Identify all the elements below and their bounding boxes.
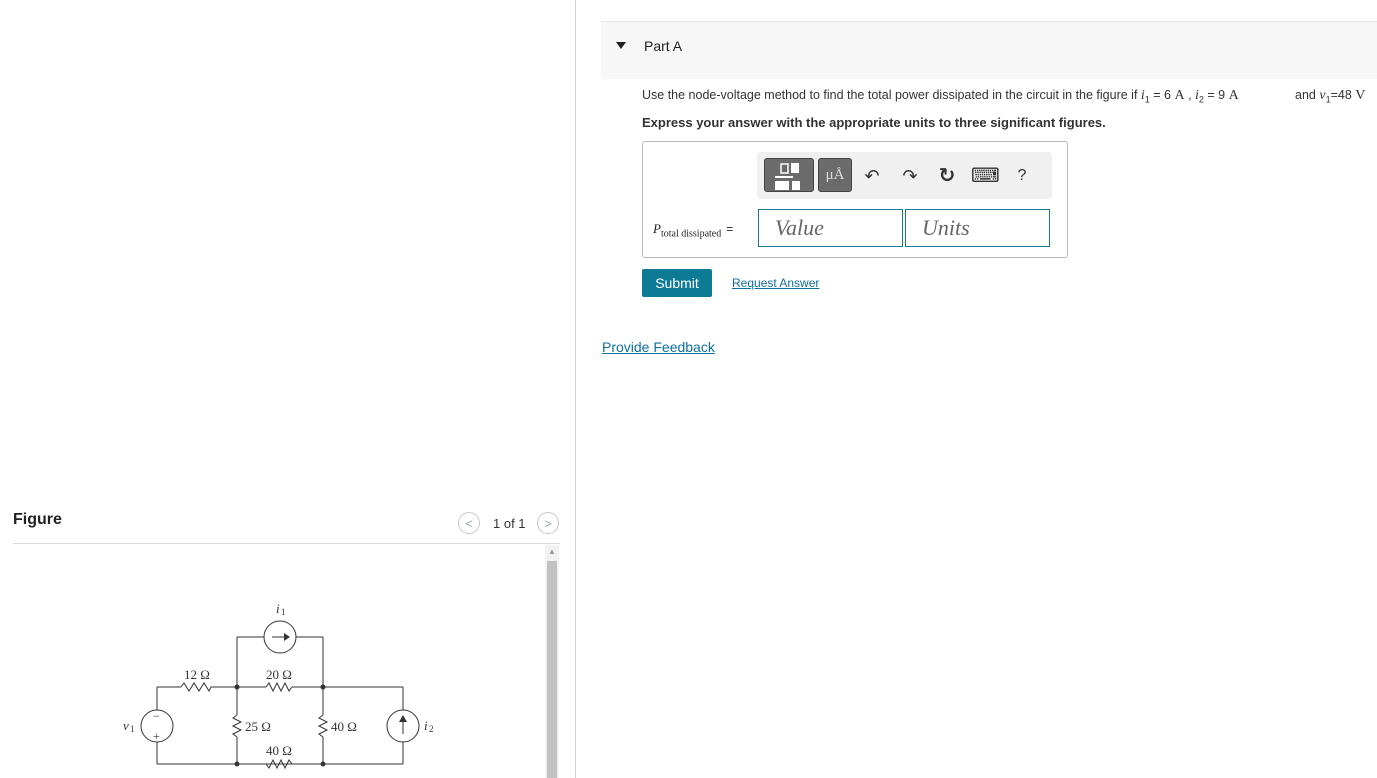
i1-value: = 6 (1149, 88, 1175, 102)
separator: , (1184, 88, 1196, 102)
answer-label-variable: P (653, 221, 661, 236)
units-button[interactable]: μÅ (818, 158, 852, 192)
pane-divider (575, 0, 576, 778)
scrollbar-thumb[interactable] (547, 561, 557, 778)
undo-icon[interactable]: ↶ (860, 164, 884, 188)
circuit-diagram: i 1 12 Ω 20 Ω 25 Ω 40 Ω 40 Ω v 1 i 2 + − (123, 601, 434, 770)
request-answer-link[interactable]: Request Answer (732, 276, 819, 290)
question-prefix: Use the node-voltage method to find the … (642, 88, 1141, 102)
figure-scrollbar[interactable]: ▲ (545, 545, 559, 778)
v1-label: v (123, 718, 129, 733)
v1-label-sub: 1 (130, 724, 135, 734)
resistor-25-label: 25 Ω (245, 719, 271, 734)
reset-icon[interactable]: ↻ (935, 164, 959, 188)
resistor-40-vertical-label: 40 Ω (331, 719, 357, 734)
answer-label: Ptotal dissipated = (653, 221, 733, 239)
prev-figure-button[interactable]: < (458, 512, 480, 534)
i1-unit: A (1174, 88, 1185, 103)
keyboard-icon[interactable]: ⌨ (971, 164, 1000, 188)
figure-title: Figure (13, 511, 62, 528)
i2-unit: A (1228, 88, 1239, 103)
next-figure-button[interactable]: > (537, 512, 559, 534)
units-input[interactable]: Units (905, 209, 1050, 247)
question-text: Use the node-voltage method to find the … (642, 88, 1239, 105)
instruction-text: Express your answer with the appropriate… (642, 115, 1106, 130)
math-toolbar: μÅ ↶ ↷ ↻ ⌨ ? (757, 152, 1052, 199)
templates-button[interactable] (764, 158, 814, 192)
i2-label-sub: 2 (429, 724, 434, 734)
resistor-12-label: 12 Ω (184, 667, 210, 682)
submit-button[interactable]: Submit (642, 269, 712, 297)
answer-label-equals: = (726, 222, 734, 236)
figure-divider (13, 543, 560, 544)
value-input[interactable]: Value (758, 209, 903, 247)
resistor-40-bottom-label: 40 Ω (266, 743, 292, 758)
resistor-20-label: 20 Ω (266, 667, 292, 682)
i2-value: = 9 (1203, 88, 1229, 102)
part-title: Part A (644, 38, 683, 54)
i1-label-sub: 1 (281, 607, 286, 617)
and-text: and (1295, 88, 1320, 102)
answer-label-subscript: total dissipated (660, 228, 722, 240)
source-minus-sign: − (153, 709, 160, 723)
figure-pager-count: 1 of 1 (493, 516, 526, 531)
templates-icon (775, 163, 800, 190)
scroll-up-arrow-icon[interactable]: ▲ (545, 547, 559, 557)
collapse-caret-icon[interactable] (616, 42, 626, 49)
part-a-header[interactable]: Part A (601, 21, 1377, 79)
provide-feedback-link[interactable]: Provide Feedback (602, 339, 715, 355)
help-icon[interactable]: ? (1010, 164, 1034, 188)
source-plus-sign: + (153, 729, 160, 743)
redo-icon[interactable]: ↷ (898, 164, 922, 188)
v1-unit: V (1355, 88, 1366, 103)
i2-label: i (424, 718, 428, 733)
question-tail: and v1=48 V (1295, 88, 1365, 105)
figure-pane: Figure < 1 of 1 > i 1 12 Ω 20 Ω 25 Ω 40 … (0, 0, 575, 778)
v1-value: =48 (1330, 88, 1356, 102)
i1-label: i (276, 601, 280, 616)
